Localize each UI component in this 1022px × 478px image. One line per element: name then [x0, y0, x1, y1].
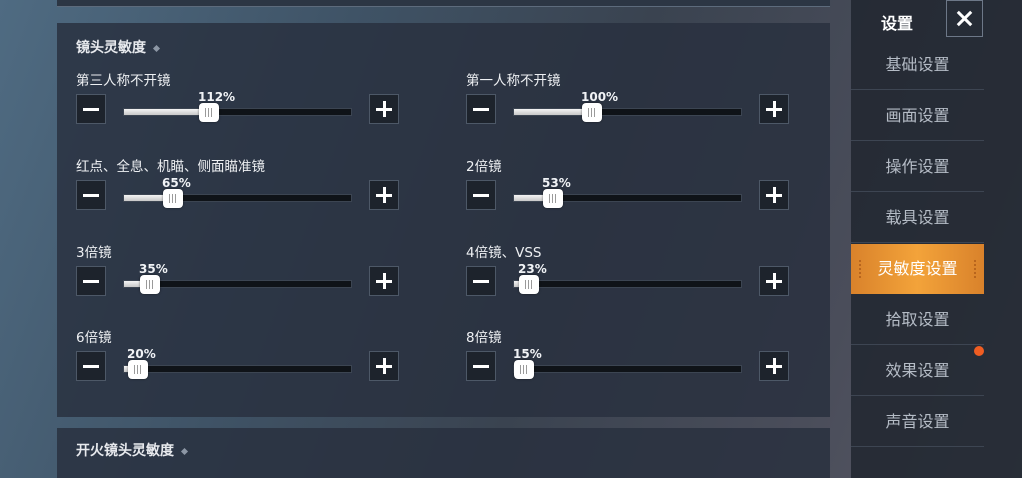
slider-track[interactable]	[123, 360, 352, 379]
slider-thumb[interactable]	[199, 103, 219, 122]
fire-camera-sensitivity-section[interactable]: 开火镜头灵敏度	[57, 428, 830, 478]
plus-icon[interactable]	[369, 94, 399, 124]
sidebar-item[interactable]: 效果设置	[851, 346, 984, 396]
sidebar-item[interactable]: 载具设置	[851, 193, 984, 243]
minus-icon[interactable]	[466, 266, 496, 296]
slider-thumb[interactable]	[543, 189, 563, 208]
previous-section-bottom	[57, 0, 830, 7]
minus-icon[interactable]	[76, 94, 106, 124]
sensitivity-slider-row: 8倍镜 15%	[466, 326, 836, 406]
slider-label: 8倍镜	[466, 330, 502, 346]
slider-label: 2倍镜	[466, 159, 502, 175]
slider-value: 100%	[581, 90, 619, 104]
settings-sidebar: 设置 基础设置 画面设置 操作设置 载具设置 灵敏度设置 拾取设置 效果设置 声音设置	[851, 0, 1022, 478]
slider-thumb[interactable]	[140, 275, 160, 294]
sidebar-item[interactable]: 基础设置	[851, 40, 984, 90]
sensitivity-slider-row: 红点、全息、机瞄、侧面瞄准镜 65%	[76, 155, 446, 235]
sensitivity-slider-row: 6倍镜 20%	[76, 326, 446, 406]
section-title: 镜头灵敏度	[76, 37, 161, 57]
minus-icon[interactable]	[76, 351, 106, 381]
section-title: 开火镜头灵敏度	[76, 440, 189, 460]
sidebar-item[interactable]: 灵敏度设置	[851, 244, 984, 294]
slider-thumb[interactable]	[519, 275, 539, 294]
camera-sensitivity-section: 镜头灵敏度 第三人称不开镜 112% 第一人称不开镜 100% 红点、全息、机瞄、侧面瞄…	[57, 23, 830, 417]
diamond-icon	[180, 447, 189, 455]
sidebar-item[interactable]: 画面设置	[851, 91, 984, 141]
notification-dot	[974, 346, 984, 356]
plus-icon[interactable]	[759, 180, 789, 210]
slider-track[interactable]	[513, 360, 742, 379]
plus-icon[interactable]	[759, 351, 789, 381]
minus-icon[interactable]	[76, 180, 106, 210]
slider-track[interactable]	[123, 275, 352, 294]
slider-label: 第一人称不开镜	[466, 73, 561, 89]
slider-label: 3倍镜	[76, 245, 112, 261]
slider-fill	[124, 109, 209, 115]
plus-icon[interactable]	[369, 351, 399, 381]
close-icon[interactable]	[946, 0, 983, 37]
sidebar-item[interactable]: 声音设置	[851, 397, 984, 447]
diamond-icon	[152, 44, 161, 52]
sensitivity-slider-row: 3倍镜 35%	[76, 241, 446, 321]
slider-label: 6倍镜	[76, 330, 112, 346]
plus-icon[interactable]	[369, 266, 399, 296]
minus-icon[interactable]	[466, 351, 496, 381]
minus-icon[interactable]	[466, 94, 496, 124]
slider-thumb[interactable]	[163, 189, 183, 208]
sensitivity-slider-row: 第三人称不开镜 112%	[76, 69, 446, 149]
slider-value: 112%	[198, 90, 236, 104]
slider-value: 20%	[127, 347, 156, 361]
plus-icon[interactable]	[759, 94, 789, 124]
slider-track[interactable]	[513, 275, 742, 294]
sensitivity-slider-row: 第一人称不开镜 100%	[466, 69, 836, 149]
sidebar-item[interactable]: 操作设置	[851, 142, 984, 192]
slider-value: 65%	[162, 176, 191, 190]
slider-thumb[interactable]	[128, 360, 148, 379]
slider-track[interactable]	[123, 189, 352, 208]
sidebar-item[interactable]: 拾取设置	[851, 295, 984, 345]
slider-track[interactable]	[123, 103, 352, 122]
sensitivity-slider-row: 2倍镜 53%	[466, 155, 836, 235]
slider-thumb[interactable]	[582, 103, 602, 122]
sensitivity-slider-row: 4倍镜、VSS 23%	[466, 241, 836, 321]
slider-label: 4倍镜、VSS	[466, 245, 542, 261]
slider-value: 15%	[513, 347, 542, 361]
slider-value: 35%	[139, 262, 168, 276]
slider-thumb[interactable]	[514, 360, 534, 379]
plus-icon[interactable]	[759, 266, 789, 296]
slider-label: 第三人称不开镜	[76, 73, 171, 89]
minus-icon[interactable]	[466, 180, 496, 210]
plus-icon[interactable]	[369, 180, 399, 210]
slider-label: 红点、全息、机瞄、侧面瞄准镜	[76, 159, 265, 175]
sidebar-header: 设置	[851, 0, 1022, 40]
slider-track[interactable]	[513, 103, 742, 122]
sidebar-title: 设置	[881, 14, 914, 33]
slider-track[interactable]	[513, 189, 742, 208]
minus-icon[interactable]	[76, 266, 106, 296]
slider-value: 23%	[518, 262, 547, 276]
slider-fill	[514, 109, 592, 115]
slider-value: 53%	[542, 176, 571, 190]
